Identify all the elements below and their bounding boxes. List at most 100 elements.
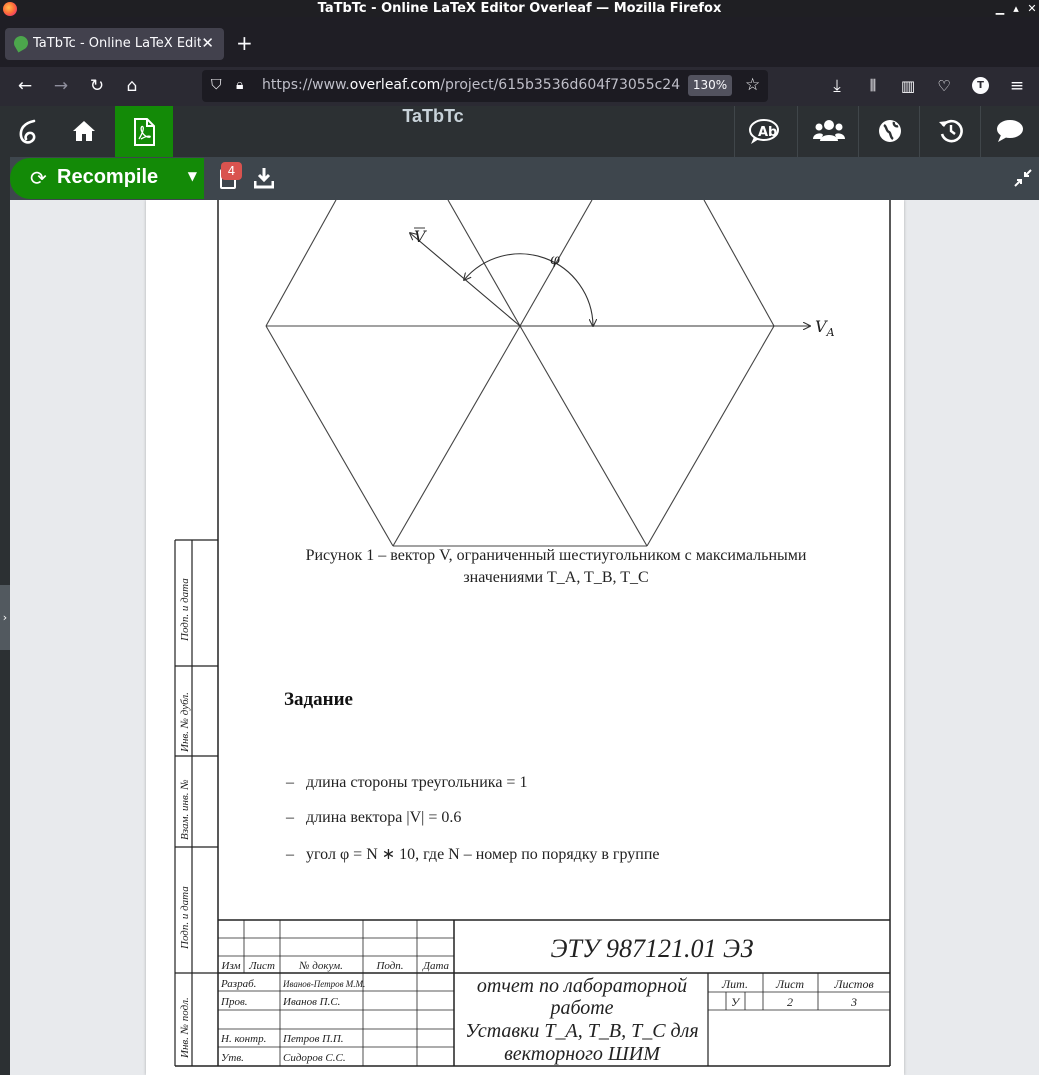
tab-strip: TaTbTc - Online LaTeX Editor Overleaf ✕ … [0, 17, 1039, 67]
share-users-icon[interactable] [799, 106, 859, 157]
publish-globe-icon[interactable] [860, 106, 920, 157]
header-separator [858, 106, 859, 157]
tab-close-icon[interactable]: ✕ [201, 34, 214, 52]
figure-caption: Рисунок 1 – вектор V, ограниченный шести… [246, 545, 866, 589]
pocket-icon[interactable]: ♡ [933, 75, 955, 97]
chat-icon[interactable] [981, 106, 1039, 157]
stamp-sheet-info: Лит. Лист Листов У 2 3 [721, 977, 874, 1009]
lock-icon[interactable]: 🔒︎ [236, 77, 243, 93]
caption-line-1: Рисунок 1 – вектор V, ограниченный шести… [305, 547, 807, 564]
new-tab-icon[interactable]: + [236, 31, 253, 55]
bookmark-star-icon[interactable]: ☆ [745, 75, 760, 95]
stamp-code: ЭТУ 987121.01 ЭЗ [550, 934, 753, 963]
list-item: – угол φ = N ∗ 10, где N – номер по поряд… [286, 846, 660, 863]
name-utv: Сидоров С.С. [283, 1052, 346, 1064]
sheets-header: Листов [833, 977, 873, 991]
side-label-sign-date-2: Подп. и дата [179, 886, 191, 950]
stamp-doc-title: отчет по лабораторной работе Уставки T_A… [465, 975, 698, 1065]
sidebar-icon[interactable]: ▥ [897, 75, 919, 97]
menu-icon[interactable]: ≡ [1006, 75, 1028, 97]
col-header-doc: № докум. [298, 960, 343, 972]
pdf-page: VA V φ Подп. и дата Инв. № дубл. Взам. и… [146, 200, 904, 1075]
pdf-toolbar: ⟳ Recompile ▼ 4 [10, 157, 1039, 200]
library-icon[interactable]: ⫼ [862, 75, 884, 97]
recompile-button[interactable]: ⟳ Recompile ▼ [10, 158, 204, 199]
role-prov: Пров. [220, 996, 247, 1008]
logs-count-badge[interactable]: 4 [221, 162, 242, 180]
forward-icon[interactable]: → [50, 75, 72, 97]
reload-icon[interactable]: ↻ [86, 75, 108, 97]
list-item: – длина вектора |V| = 0.6 [286, 809, 462, 826]
col-header-date: Дата [422, 960, 450, 972]
name-razrab: Иванов-Петров М.М. [282, 979, 365, 989]
home-menu-icon[interactable] [55, 106, 113, 157]
lit-value: У [731, 995, 741, 1009]
axis-label-va: VA [815, 317, 835, 339]
side-label-inv-podl: Инв. № подл. [179, 997, 191, 1059]
hexagon-diagram [265, 200, 775, 547]
home-icon[interactable]: ⌂ [121, 75, 143, 97]
expand-editor-handle[interactable]: › [0, 585, 10, 650]
hex-spoke [392, 325, 521, 547]
side-label-sign-date-1: Подп. и дата [179, 578, 191, 642]
angle-label-phi: φ [550, 252, 560, 268]
minimize-icon[interactable]: ▁ [993, 0, 1007, 17]
window-title: TaTbTc - Online LaTeX Editor Overleaf — … [317, 1, 722, 16]
project-title[interactable]: TaTbTc [330, 106, 536, 127]
maximize-icon[interactable]: ▴ [1009, 0, 1023, 17]
tracking-shield-icon[interactable]: ⛉ [211, 77, 222, 93]
collapse-icon[interactable] [1014, 169, 1032, 187]
svg-text:Ab: Ab [758, 125, 777, 140]
overleaf-header: TaTbTc Ab [0, 106, 1039, 157]
task-list: – длина стороны треугольника = 1 – длина в… [286, 774, 660, 879]
review-icon[interactable]: Ab [736, 106, 796, 157]
zoom-level[interactable]: 130% [688, 75, 732, 96]
pdf-view-icon[interactable] [115, 106, 173, 157]
caption-line-2: значениями T_A, T_B, T_C [463, 569, 649, 586]
col-header-izm: Изм [221, 960, 241, 972]
downloads-icon[interactable]: ⤓ [826, 75, 848, 97]
back-icon[interactable]: ← [14, 75, 36, 97]
navigation-bar: ← → ↻ ⌂ ⛉ 🔒︎ https://www.overleaf.com/pr… [0, 67, 1039, 106]
pdf-viewer[interactable]: VA V φ Подп. и дата Инв. № дубл. Взам. и… [10, 200, 1039, 1075]
url-bar[interactable]: ⛉ 🔒︎ https://www.overleaf.com/project/61… [202, 70, 768, 102]
hex-edge [703, 200, 775, 327]
vector-label-v: V [414, 227, 427, 246]
angle-arc [464, 253, 593, 326]
role-nkontr: Н. контр. [220, 1033, 266, 1045]
header-separator [734, 106, 735, 157]
doc-title-line2: работе [548, 997, 613, 1019]
close-window-icon[interactable]: ✕ [1025, 0, 1039, 17]
list-item: – длина стороны треугольника = 1 [286, 774, 528, 791]
download-pdf-icon[interactable] [254, 167, 274, 189]
section-heading: Задание [284, 689, 353, 710]
url-text[interactable]: https://www.overleaf.com/project/615b353… [262, 77, 682, 93]
doc-title-line4: векторного ШИМ [504, 1043, 661, 1065]
header-separator [797, 106, 798, 157]
refresh-icon: ⟳ [30, 166, 47, 190]
overleaf-logo-icon[interactable] [0, 106, 58, 157]
col-header-sign: Подп. [375, 960, 403, 972]
sheets-value: 3 [850, 995, 857, 1009]
sheet-header: Лист [775, 977, 804, 991]
stamp-col-headers: Изм Лист № докум. Подп. Дата [221, 960, 450, 972]
side-label-inv-dub: Инв. № дубл. [179, 692, 191, 753]
col-header-list: Лист [248, 960, 275, 972]
tab-label: TaTbTc - Online LaTeX Editor Overleaf [33, 36, 201, 51]
browser-tab[interactable]: TaTbTc - Online LaTeX Editor Overleaf ✕ [5, 28, 224, 60]
role-razrab: Разраб. [220, 978, 256, 990]
account-avatar[interactable]: T [972, 77, 989, 94]
side-label-vzam-inv: Взам. инв. № [179, 779, 191, 840]
page-drawing: VA V φ Подп. и дата Инв. № дубл. Взам. и… [174, 200, 891, 1067]
history-icon[interactable] [921, 106, 981, 157]
side-labels: Подп. и дата Инв. № дубл. Взам. инв. № П… [179, 578, 191, 1059]
doc-title-line1: отчет по лабораторной [477, 975, 687, 997]
doc-title-line3: Уставки T_A, T_B, T_C для [465, 1020, 698, 1042]
recompile-label: Recompile [57, 166, 159, 188]
chevron-down-icon[interactable]: ▼ [188, 169, 197, 183]
name-nkontr: Петров П.П. [282, 1033, 344, 1045]
lit-header: Лит. [721, 977, 748, 991]
name-prov: Иванов П.С. [282, 996, 340, 1008]
overleaf-favicon-icon [11, 33, 31, 53]
header-separator [919, 106, 920, 157]
